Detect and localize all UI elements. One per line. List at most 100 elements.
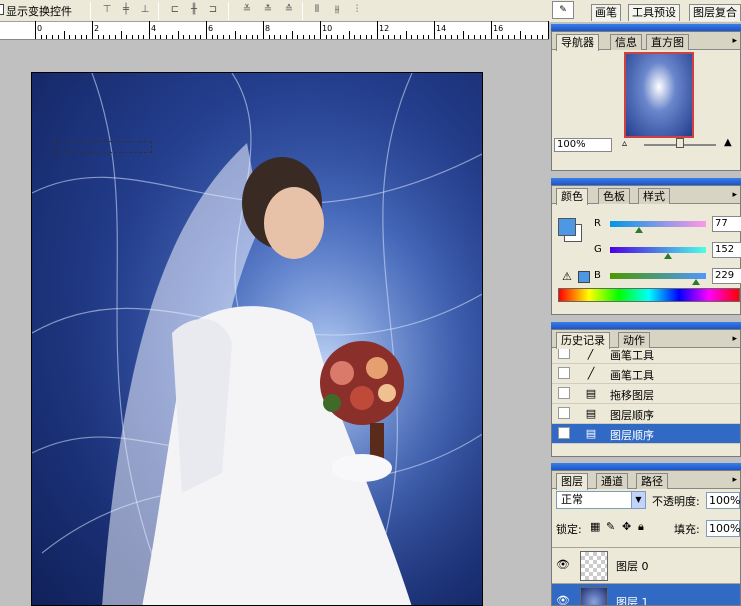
ruler-tick — [92, 21, 93, 39]
lock-image-icon[interactable]: ✎ — [606, 520, 615, 533]
ruler-tick — [508, 35, 510, 39]
tab-info[interactable]: 信息 — [610, 34, 642, 50]
blue-thumb[interactable] — [692, 279, 701, 285]
foreground-color-swatch[interactable] — [558, 218, 576, 236]
opacity-input[interactable]: 100% — [706, 492, 740, 509]
distribute-vcenter-icon[interactable]: ≛ — [261, 3, 275, 17]
ruler-tick — [80, 35, 82, 39]
tab-navigator[interactable]: 导航器 — [556, 34, 599, 51]
distribute-top-icon[interactable]: ≚ — [240, 3, 254, 17]
ruler-tick-label: 16 — [493, 24, 504, 33]
align-right-icon[interactable]: ⊐ — [206, 3, 220, 17]
blue-value-input[interactable]: 229 — [712, 268, 741, 284]
zoom-slider-thumb[interactable] — [676, 138, 684, 148]
ruler-tick — [183, 35, 185, 39]
tab-brushes[interactable]: 画笔 — [591, 4, 621, 21]
align-bottom-icon[interactable]: ⊥ — [138, 3, 152, 17]
chevron-down-icon[interactable]: ▼ — [631, 492, 645, 508]
navigator-titlebar[interactable] — [551, 24, 741, 31]
ruler-tick — [143, 35, 145, 39]
ruler-tick — [348, 31, 350, 39]
lock-transparency-icon[interactable]: ▦ — [590, 520, 600, 533]
history-item[interactable]: ▤ 拖移图层 — [552, 384, 740, 404]
blend-mode-value: 正常 — [561, 493, 583, 506]
ruler-tick — [479, 35, 481, 39]
panel-menu-icon[interactable]: ▸ — [732, 36, 737, 46]
ruler-tick — [234, 31, 236, 39]
gamut-warning-icon[interactable]: ⚠ — [562, 270, 572, 283]
align-hcenter-icon[interactable]: ╫ — [187, 3, 201, 17]
ruler-tick — [217, 35, 219, 39]
navigator-panel: 导航器 信息 直方图 ▸ 100% ▵ ▲ — [551, 31, 741, 171]
zoom-in-icon[interactable]: ▲ — [724, 137, 732, 148]
navigator-thumbnail[interactable] — [624, 52, 694, 138]
ruler-tick-label: 10 — [322, 24, 333, 33]
panel-menu-icon[interactable]: ▸ — [732, 475, 737, 485]
green-value-input[interactable]: 152 — [712, 242, 741, 258]
ruler-tick — [428, 35, 430, 39]
color-spectrum-bar[interactable] — [558, 288, 740, 302]
ruler-tick — [542, 35, 544, 39]
gamut-swatch[interactable] — [578, 271, 590, 283]
history-item[interactable]: ╱ 画笔工具 — [552, 364, 740, 384]
ruler-tick — [240, 35, 242, 39]
ruler-tick — [434, 21, 435, 39]
align-left-icon[interactable]: ⊏ — [168, 3, 182, 17]
red-value-input[interactable]: 77 — [712, 216, 741, 232]
lock-all-icon[interactable]: 🔒︎ — [638, 520, 644, 534]
layer-name: 图层 0 — [616, 560, 649, 573]
red-thumb[interactable] — [634, 227, 643, 233]
tab-swatches[interactable]: 色板 — [598, 188, 630, 204]
tab-channels[interactable]: 通道 — [596, 473, 628, 489]
ruler-tick — [109, 35, 111, 39]
tab-layer-comps[interactable]: 图层复合 — [689, 4, 741, 21]
ruler-tick — [359, 35, 361, 39]
distribute-right-icon[interactable]: ⫶ — [350, 3, 364, 17]
layer-row[interactable]: 👁︎ 图层 0 — [552, 547, 740, 581]
tab-paths[interactable]: 路径 — [636, 473, 668, 489]
panel-menu-icon[interactable]: ▸ — [732, 334, 737, 344]
ruler-tick — [491, 21, 492, 39]
fill-input[interactable]: 100% — [706, 520, 740, 537]
history-snapshot-checkbox[interactable] — [558, 427, 570, 439]
zoom-input[interactable]: 100% — [554, 138, 612, 152]
tab-color[interactable]: 颜色 — [556, 188, 588, 205]
show-transform-controls-checkbox[interactable] — [0, 4, 4, 15]
distribute-left-icon[interactable]: ⫴ — [310, 3, 324, 17]
history-item-label: 图层顺序 — [610, 429, 654, 442]
eye-icon[interactable]: 👁︎ — [556, 558, 570, 571]
ruler-tick — [519, 31, 521, 39]
ruler-tick — [462, 31, 464, 39]
align-top-icon[interactable]: ⊤ — [100, 3, 114, 17]
palette-well-icon[interactable]: ✎ — [552, 1, 574, 19]
history-item[interactable]: ▤ 图层顺序 — [552, 404, 740, 424]
tab-histogram[interactable]: 直方图 — [646, 34, 689, 50]
layer-name: 图层 1 — [616, 596, 649, 606]
history-snapshot-checkbox[interactable] — [558, 387, 570, 399]
layer-row[interactable]: 👁︎ 图层 1 — [552, 583, 740, 606]
panel-menu-icon[interactable]: ▸ — [732, 190, 737, 200]
distribute-bottom-icon[interactable]: ≙ — [282, 3, 296, 17]
red-track[interactable] — [610, 221, 706, 227]
align-vcenter-icon[interactable]: ╪ — [119, 3, 133, 17]
show-transform-controls-label: 显示变换控件 — [6, 5, 72, 18]
tab-history[interactable]: 历史记录 — [556, 332, 610, 349]
layers-titlebar[interactable] — [551, 463, 741, 470]
history-titlebar[interactable] — [551, 322, 741, 329]
distribute-hcenter-icon[interactable]: ⫵ — [330, 3, 344, 17]
color-titlebar[interactable] — [551, 178, 741, 185]
history-item[interactable]: ▤ 图层顺序 — [552, 424, 740, 444]
eye-icon[interactable]: 👁︎ — [556, 594, 570, 605]
blend-mode-select[interactable]: 正常 ▼ — [556, 491, 646, 509]
tab-layers[interactable]: 图层 — [556, 473, 588, 490]
tab-tool-presets[interactable]: 工具预设 — [628, 4, 680, 21]
zoom-out-icon[interactable]: ▵ — [622, 138, 627, 149]
green-thumb[interactable] — [663, 253, 672, 259]
ruler-tick — [171, 35, 173, 39]
green-track[interactable] — [610, 247, 706, 253]
tab-actions[interactable]: 动作 — [618, 332, 650, 348]
lock-position-icon[interactable]: ✥ — [622, 520, 631, 533]
tab-styles[interactable]: 样式 — [638, 188, 670, 204]
history-snapshot-checkbox[interactable] — [558, 367, 570, 379]
history-snapshot-checkbox[interactable] — [558, 407, 570, 419]
